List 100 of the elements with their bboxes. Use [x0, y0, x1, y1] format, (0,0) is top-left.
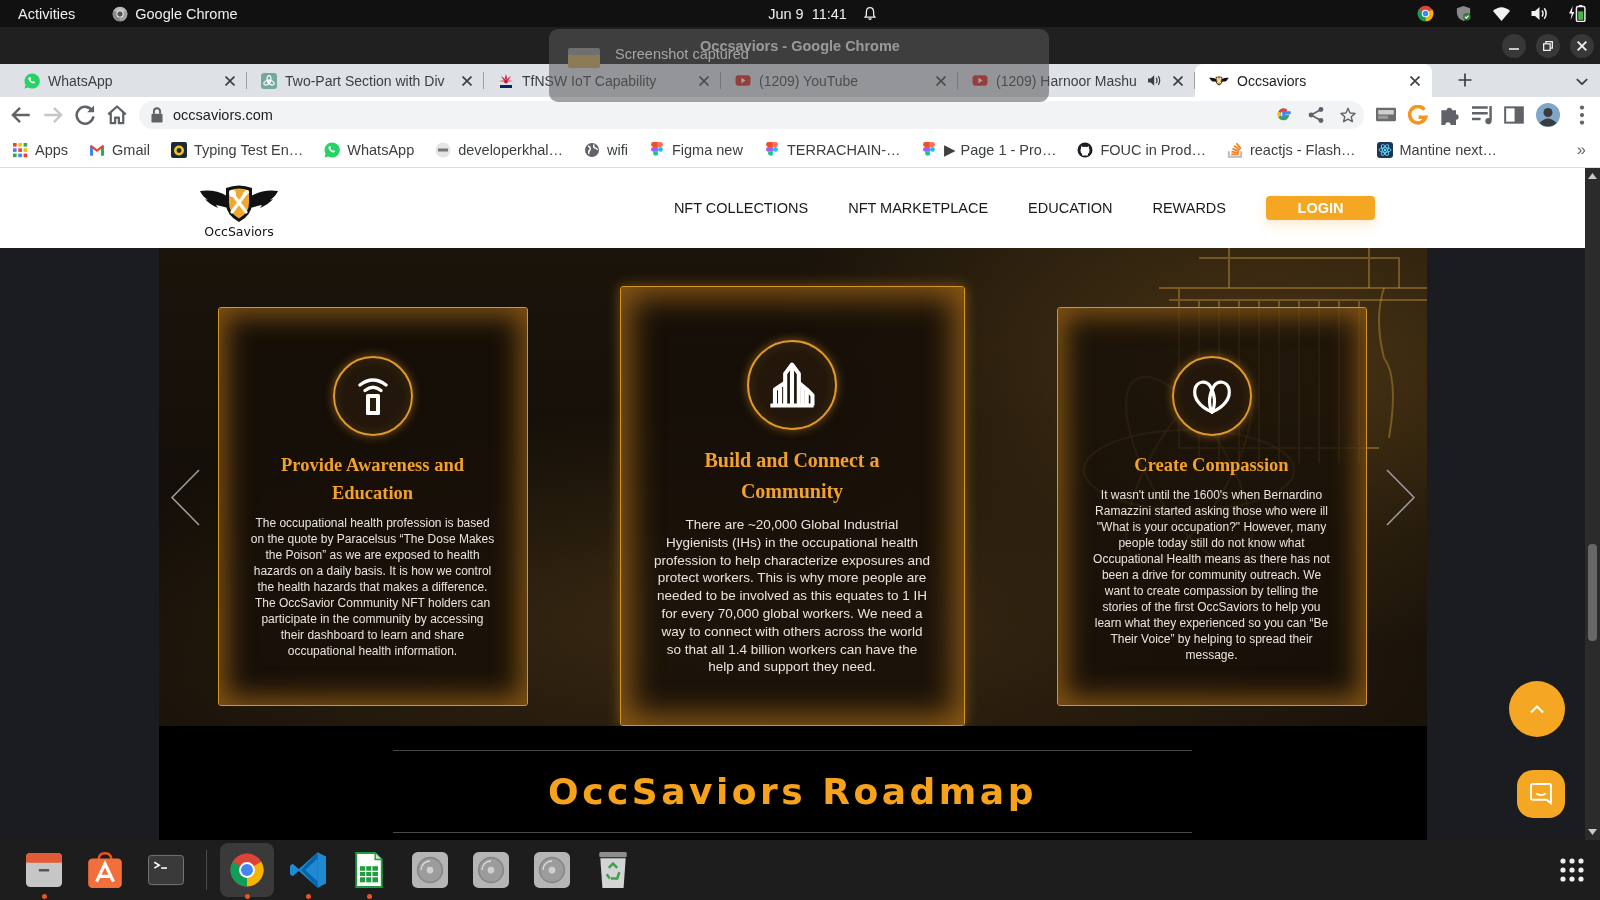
bookmark-link[interactable]: Mantine next…: [1371, 138, 1503, 161]
star-icon[interactable]: [1340, 106, 1356, 123]
minimize-icon: [1509, 47, 1519, 50]
restore-icon: [1543, 40, 1553, 51]
bookmark-link[interactable]: ▶ Page 1 - Pro…: [916, 138, 1062, 161]
dock-app-button[interactable]: [220, 843, 274, 897]
shapes-stack-icon: [648, 141, 665, 158]
buildings-icon: [747, 340, 837, 430]
stacked-tray-icon: [1226, 141, 1243, 158]
screenshot-thumbnail: [568, 48, 600, 68]
chevron-down-icon[interactable]: [1576, 78, 1588, 85]
atom-icon: [1376, 141, 1393, 158]
browser-tab[interactable]: Occsaviors: [1195, 64, 1432, 97]
wifi-icon[interactable]: [1493, 5, 1510, 22]
scroll-up-icon[interactable]: [1588, 173, 1597, 179]
chevron-left-icon: [169, 469, 200, 526]
chevron-right-icon: [1385, 469, 1416, 526]
terminal-icon: [148, 852, 184, 888]
reload-icon[interactable]: [75, 104, 95, 125]
scrollbar-thumb[interactable]: [1588, 544, 1597, 641]
app-menu-label[interactable]: Google Chrome: [135, 5, 238, 22]
browser-tab[interactable]: (1209) Harnoor Mashu: [958, 64, 1195, 97]
close-icon: [936, 75, 946, 86]
browser-tab[interactable]: WhatsApp: [10, 64, 247, 97]
globe-icon: [584, 141, 600, 158]
nav-link[interactable]: REWARDS: [1152, 200, 1226, 216]
logo-text: OccSaviors: [204, 223, 274, 239]
scroll-down-icon[interactable]: [1588, 829, 1597, 835]
volume-icon[interactable]: [1531, 5, 1548, 22]
close-icon: [699, 75, 709, 86]
cat-silhouette-icon: [1077, 141, 1094, 158]
restore-button[interactable]: [1536, 33, 1560, 58]
bookmark-link[interactable]: Figma new: [643, 138, 748, 161]
bookmark-link[interactable]: wifi: [579, 138, 633, 161]
shield-logo-icon: [1209, 75, 1229, 86]
close-button[interactable]: [1570, 33, 1594, 58]
scrollbar[interactable]: [1585, 168, 1600, 840]
close-icon: [462, 75, 472, 86]
screen-thumbnail-icon[interactable]: [1376, 106, 1396, 123]
card-title: Build and Connect a Community: [703, 448, 881, 505]
chat-button[interactable]: [1517, 770, 1565, 818]
close-icon: [1173, 75, 1183, 86]
address-field[interactable]: occsaviors.com: [139, 100, 1364, 129]
bookmark-link[interactable]: Apps: [7, 138, 74, 161]
nav-link[interactable]: NFT MARKETPLACE: [848, 200, 989, 216]
phone-chat-icon: [324, 141, 341, 158]
bell-icon: [863, 6, 876, 21]
speaker-icon[interactable]: [1148, 74, 1161, 87]
play-icon: [972, 75, 988, 86]
nav-link[interactable]: NFT COLLECTIONS: [673, 200, 809, 216]
bookmark-link[interactable]: developerkhal…: [430, 138, 568, 161]
activities-button[interactable]: Activities: [18, 5, 76, 22]
previous-button[interactable]: [169, 469, 200, 526]
phone-chat-icon: [24, 72, 40, 89]
nav-link[interactable]: EDUCATION: [1028, 200, 1113, 216]
lock-icon[interactable]: [149, 106, 165, 123]
plus-icon: [1458, 73, 1472, 87]
close-icon: [1410, 75, 1420, 86]
ring-logo-icon: [229, 852, 265, 888]
chevron-up-icon: [1530, 704, 1544, 714]
round-avatar-icon: [435, 141, 452, 158]
card-text: The occupational health profession is based on the quote by Paracelsus “The Dose Makes the Poison” as we are exposed to health hazards on a daily basis. It is how we control the health hazards that makes a difference. The OccSavior Community NFT holders can participate in the community by accessing their dashboard to learn and share occupational health information.: [250, 514, 495, 659]
chat-bubble-icon: [1530, 783, 1552, 805]
card-title: Create Compassion: [1134, 453, 1289, 477]
bookmark-link[interactable]: WhatsApp: [319, 138, 420, 161]
close-icon: [225, 75, 235, 86]
signal-device-icon: [332, 355, 413, 436]
media-queue-icon[interactable]: [1472, 104, 1492, 125]
scroll-top-button[interactable]: [1509, 681, 1565, 737]
bookmark-link[interactable]: Gmail: [84, 138, 155, 161]
play-icon: [735, 75, 751, 86]
browser-tab[interactable]: Two-Part Section with Div: [247, 64, 484, 97]
drawer-icon: [26, 852, 62, 888]
card-text: It wasn't until the 1600's when Bernardino Ramazzini started asking those who were ill "What is your occupation?" However, many people today still do not know what Occupational Health means as there has not been a drive for community outreach. We want to create compassion by telling the stories of the first OccSaviors to help you learn what they experienced so you can “Be Their Voice” by helping to spread their message.: [1092, 486, 1331, 663]
bookmark-link[interactable]: reactjs - Flash…: [1221, 138, 1361, 161]
next-button[interactable]: [1385, 469, 1416, 526]
ribbon-logo-icon: [290, 852, 326, 888]
bookmark-link[interactable]: TERRACHAIN-…: [758, 138, 906, 161]
badge-icon: [170, 141, 187, 158]
bookmark-link[interactable]: Typing Test En…: [165, 138, 309, 161]
share-icon[interactable]: [1308, 106, 1324, 123]
minimize-button[interactable]: [1502, 33, 1526, 58]
g-letter-icon[interactable]: [1276, 106, 1292, 123]
shapes-stack-icon: [763, 141, 780, 158]
section-title: OccSaviors Roadmap: [548, 770, 1037, 814]
close-icon: [1577, 40, 1587, 51]
avatar-icon[interactable]: [1536, 102, 1560, 127]
card-title: Provide Awareness and Education: [280, 453, 465, 505]
bookmark-link[interactable]: FOUC in Prod…: [1072, 138, 1211, 161]
shield-icon[interactable]: [1455, 5, 1472, 22]
app-grid-icon[interactable]: [1560, 858, 1584, 882]
back-icon[interactable]: [11, 104, 31, 125]
home-icon[interactable]: [107, 104, 127, 125]
battery-icon[interactable]: [1569, 5, 1586, 22]
side-panel-icon[interactable]: [1504, 104, 1524, 125]
bookmarks-overflow-button[interactable]: »: [1573, 140, 1590, 159]
clock[interactable]: Jun 9 11:41: [768, 5, 847, 22]
ring-logo-icon[interactable]: [1417, 5, 1434, 22]
shapes-stack-icon: [921, 141, 938, 158]
shopping-bag-icon: [87, 852, 123, 888]
